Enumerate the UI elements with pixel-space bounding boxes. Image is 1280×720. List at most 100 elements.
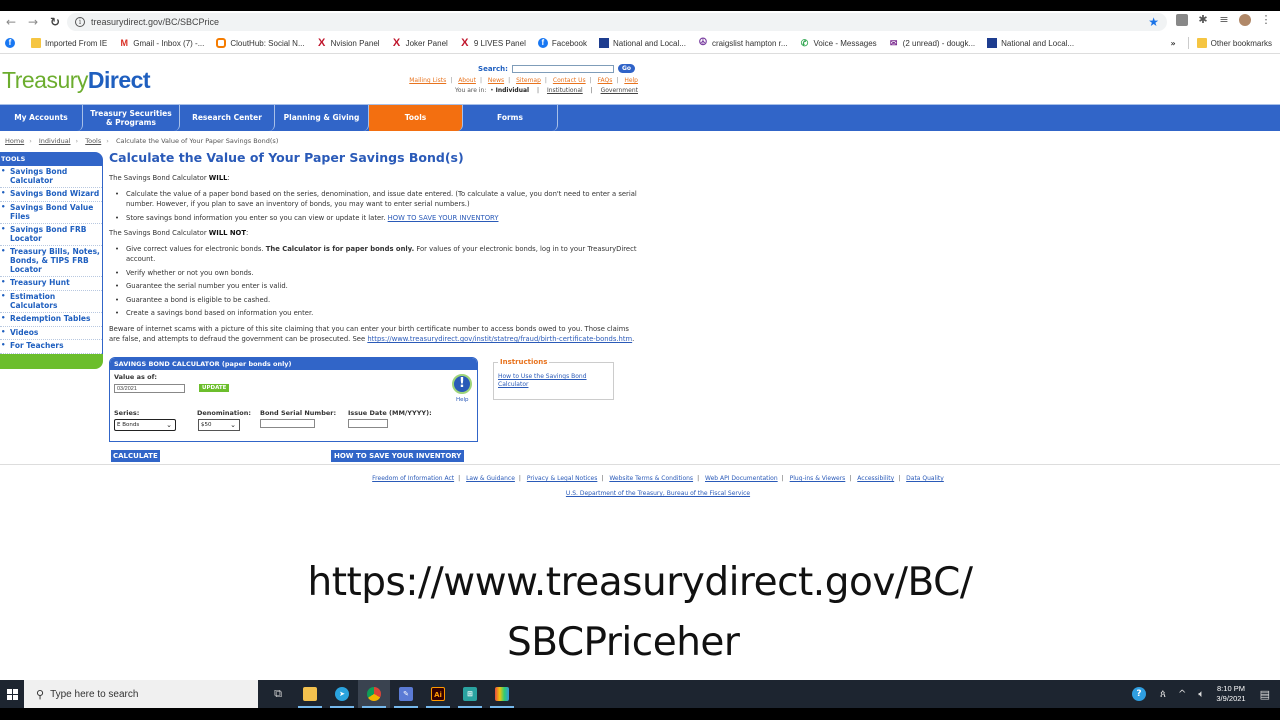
sidebar-item-estimation-calculators[interactable]: Estimation Calculators bbox=[0, 291, 102, 314]
reload-icon[interactable]: ↻ bbox=[44, 15, 66, 29]
breadcrumb-home[interactable]: Home bbox=[5, 137, 24, 145]
puzzle-extensions-icon[interactable]: ✱ bbox=[1197, 14, 1209, 26]
audience-link-government[interactable]: Government bbox=[601, 87, 638, 94]
help-exclamation-icon[interactable]: ! bbox=[452, 374, 472, 394]
recorder-icon: ⊞ bbox=[463, 687, 477, 701]
sidebar-item-savings-bond-frb-locator[interactable]: Savings Bond FRB Locator bbox=[0, 224, 102, 247]
search-go-button[interactable]: Go bbox=[617, 64, 635, 73]
bookmarks-overflow-icon[interactable]: » bbox=[1170, 39, 1175, 48]
denomination-select[interactable]: $50 ⌄ bbox=[198, 419, 240, 431]
footer-link-foia[interactable]: Freedom of Information Act bbox=[372, 475, 454, 482]
back-arrow-icon[interactable]: ← bbox=[0, 15, 22, 29]
sidebar-item-redemption-tables[interactable]: Redemption Tables bbox=[0, 313, 102, 327]
how-to-save-inventory-button[interactable]: HOW TO SAVE YOUR INVENTORY bbox=[331, 450, 465, 462]
footer-link-api-docs[interactable]: Web API Documentation bbox=[705, 475, 778, 482]
issue-date-input[interactable] bbox=[348, 419, 388, 428]
nav-tab-tools[interactable]: Tools bbox=[369, 105, 463, 131]
sidebar-list: Savings Bond Calculator Savings Bond Wiz… bbox=[0, 166, 103, 354]
sidebar-item-treasury-hunt[interactable]: Treasury Hunt bbox=[0, 277, 102, 291]
footer-link-plugins[interactable]: Plug-ins & Viewers bbox=[790, 475, 846, 482]
notifications-icon[interactable]: ▤ bbox=[1260, 688, 1270, 701]
menu-kebab-icon[interactable]: ⋮ bbox=[1260, 14, 1272, 26]
taskbar-clock[interactable]: 8:10 PM 3/9/2021 bbox=[1216, 684, 1245, 705]
util-link-contact-us[interactable]: Contact Us bbox=[553, 77, 586, 84]
taskbar-app-recorder[interactable]: ⊞ bbox=[454, 680, 486, 708]
task-view-button[interactable]: ⧉ bbox=[262, 680, 294, 708]
nav-tab-treasury-securities[interactable]: Treasury Securities & Programs bbox=[83, 105, 180, 131]
bookmark-star-icon[interactable]: ★ bbox=[1148, 15, 1159, 29]
util-link-help[interactable]: Help bbox=[624, 77, 638, 84]
util-link-faqs[interactable]: FAQs bbox=[598, 77, 613, 84]
sidebar-item-savings-bond-value-files[interactable]: Savings Bond Value Files bbox=[0, 202, 102, 225]
bookmark-item[interactable]: X Joker Panel bbox=[392, 38, 448, 49]
treasurydirect-logo[interactable]: TreasuryDirect bbox=[2, 67, 151, 94]
footer-link-privacy[interactable]: Privacy & Legal Notices bbox=[527, 475, 598, 482]
start-button[interactable] bbox=[0, 680, 24, 708]
profile-avatar[interactable] bbox=[1239, 14, 1251, 26]
nav-tab-forms[interactable]: Forms bbox=[463, 105, 558, 131]
reading-list-icon[interactable]: ≡ bbox=[1218, 14, 1230, 26]
util-link-about[interactable]: About bbox=[458, 77, 476, 84]
search-input[interactable] bbox=[511, 64, 614, 73]
footer-link-terms[interactable]: Website Terms & Conditions bbox=[609, 475, 693, 482]
serial-number-input[interactable] bbox=[260, 419, 315, 428]
breadcrumb-individual[interactable]: Individual bbox=[39, 137, 71, 145]
update-button[interactable]: UPDATE bbox=[199, 384, 230, 392]
nav-tab-planning-giving[interactable]: Planning & Giving bbox=[275, 105, 369, 131]
volume-icon[interactable]: 🔈︎ bbox=[1198, 689, 1204, 700]
bookmark-item[interactable]: f Facebook bbox=[537, 38, 587, 48]
people-icon[interactable]: ጰ bbox=[1160, 689, 1166, 700]
taskbar-app-telegram[interactable]: ➤ bbox=[326, 680, 358, 708]
series-select[interactable]: E Bonds ⌄ bbox=[114, 419, 176, 431]
nav-tab-research-center[interactable]: Research Center bbox=[180, 105, 275, 131]
bookmark-item[interactable]: ☮ craigslist hampton r... bbox=[698, 38, 787, 48]
bookmark-item[interactable]: Imported From IE bbox=[31, 38, 107, 48]
sidebar-item-for-teachers[interactable]: For Teachers bbox=[0, 340, 102, 354]
bookmark-label: Facebook bbox=[551, 38, 587, 48]
extension-icon[interactable] bbox=[1176, 14, 1188, 26]
footer-link-data-quality[interactable]: Data Quality bbox=[906, 475, 944, 482]
address-url[interactable]: treasurydirect.gov/BC/SBCPrice bbox=[91, 17, 219, 27]
bookmark-facebook-icon-only[interactable]: f bbox=[5, 38, 19, 48]
calculate-button[interactable]: CALCULATE bbox=[111, 450, 160, 462]
bookmark-item[interactable]: X 9 LIVES Panel bbox=[460, 38, 526, 49]
value-as-of-input[interactable] bbox=[114, 384, 185, 393]
bookmark-item[interactable]: ✆ Voice - Messages bbox=[800, 38, 877, 48]
bookmark-item[interactable]: M Gmail - Inbox (7) -... bbox=[119, 38, 205, 48]
taskbar-app-illustrator[interactable]: Ai bbox=[422, 680, 454, 708]
show-hidden-icons-chevron-icon[interactable]: ^ bbox=[1178, 689, 1186, 700]
bookmark-item[interactable]: X Nvision Panel bbox=[317, 38, 380, 49]
bookmark-item[interactable]: CloutHub: Social N... bbox=[216, 38, 305, 48]
address-bar[interactable]: i treasurydirect.gov/BC/SBCPrice ★ bbox=[67, 13, 1167, 31]
taskbar-app-file-explorer[interactable] bbox=[294, 680, 326, 708]
help-label[interactable]: Help bbox=[456, 397, 469, 403]
info-icon[interactable]: i bbox=[75, 17, 85, 27]
sidebar-item-videos[interactable]: Videos bbox=[0, 327, 102, 341]
taskbar-search[interactable]: ⚲ Type here to search bbox=[24, 680, 258, 708]
bookmark-item[interactable]: ✉ (2 unread) - dougk... bbox=[889, 38, 975, 48]
audience-link-institutional[interactable]: Institutional bbox=[547, 87, 583, 94]
how-to-save-inventory-link[interactable]: HOW TO SAVE YOUR INVENTORY bbox=[388, 214, 499, 222]
bookmark-item[interactable]: National and Local... bbox=[599, 38, 686, 48]
util-link-sitemap[interactable]: Sitemap bbox=[516, 77, 541, 84]
taskbar-app-chrome[interactable] bbox=[358, 680, 390, 708]
util-link-mailing-lists[interactable]: Mailing Lists bbox=[409, 77, 446, 84]
footer-link-law-guidance[interactable]: Law & Guidance bbox=[466, 475, 515, 482]
util-link-news[interactable]: News bbox=[488, 77, 504, 84]
sidebar-item-savings-bond-wizard[interactable]: Savings Bond Wizard bbox=[0, 188, 102, 202]
taskbar-app-editor[interactable]: ✎ bbox=[390, 680, 422, 708]
breadcrumb-tools[interactable]: Tools bbox=[85, 137, 101, 145]
sidebar-item-savings-bond-calculator[interactable]: Savings Bond Calculator bbox=[0, 166, 102, 189]
birth-certificate-scam-link[interactable]: https://www.treasurydirect.gov/instit/st… bbox=[367, 335, 632, 343]
forward-arrow-icon[interactable]: → bbox=[22, 15, 44, 29]
other-bookmarks[interactable]: Other bookmarks bbox=[1196, 38, 1272, 48]
sidebar-item-tips-frb-locator[interactable]: Treasury Bills, Notes, Bonds, & TIPS FRB… bbox=[0, 246, 102, 278]
nav-tab-my-accounts[interactable]: My Accounts bbox=[0, 105, 83, 131]
taskbar-app-media[interactable] bbox=[486, 680, 518, 708]
footer-link-agency[interactable]: U.S. Department of the Treasury, Bureau … bbox=[566, 490, 750, 497]
bookmark-item[interactable]: National and Local... bbox=[987, 38, 1074, 48]
footer-link-accessibility[interactable]: Accessibility bbox=[857, 475, 894, 482]
windows-logo-icon bbox=[6, 688, 18, 700]
help-question-icon[interactable]: ? bbox=[1132, 687, 1147, 701]
how-to-use-calculator-link[interactable]: How to Use the Savings Bond Calculator bbox=[498, 373, 608, 389]
